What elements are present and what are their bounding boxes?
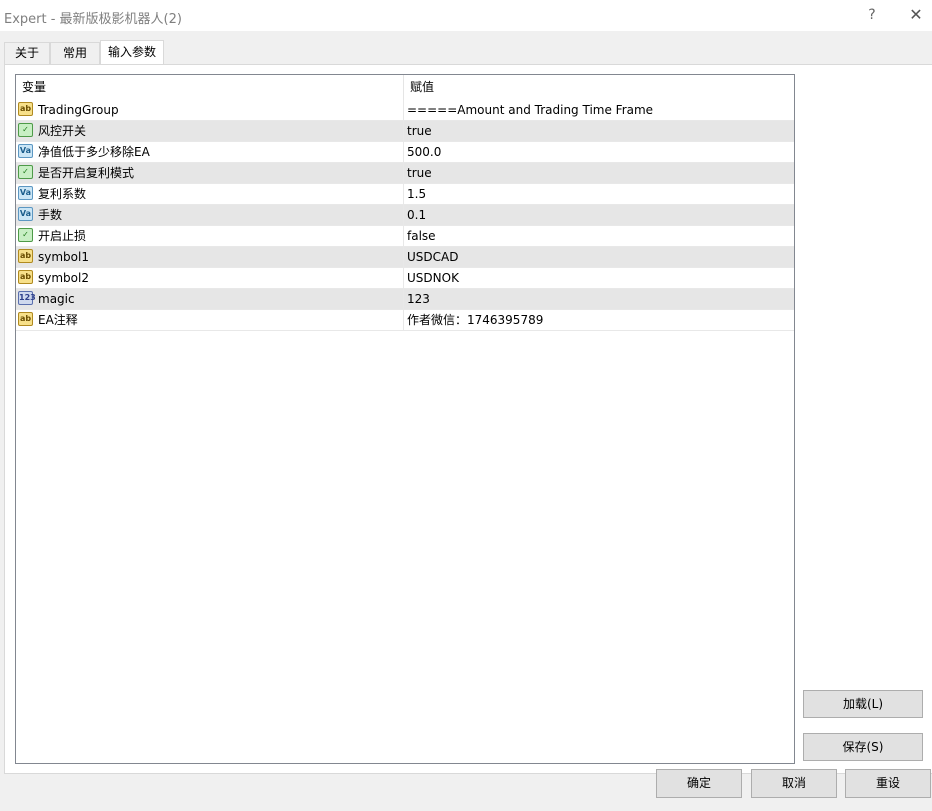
table-row[interactable]: ab TradingGroup =====Amount and Trading Ti… — [16, 100, 794, 121]
column-header-value[interactable]: 赋值 — [404, 75, 794, 100]
tab-about[interactable]: 关于 — [4, 42, 50, 64]
grid-header: 变量 赋值 — [16, 75, 794, 100]
table-row[interactable]: Va 净值低于多少移除EA 500.0 — [16, 142, 794, 163]
double-type-icon: Va — [18, 186, 33, 200]
tab-common[interactable]: 常用 — [50, 42, 100, 64]
string-type-icon: ab — [18, 312, 33, 326]
window-title: Expert - 最新版极影机器人(2) — [4, 12, 182, 27]
string-type-icon: ab — [18, 249, 33, 263]
parameter-name-cell: ab symbol1 — [16, 247, 404, 267]
reset-button[interactable]: 重设 — [845, 769, 931, 798]
parameter-name-cell: Va 净值低于多少移除EA — [16, 142, 404, 162]
parameter-name: 风控开关 — [38, 124, 87, 138]
parameter-value[interactable]: true — [404, 121, 797, 141]
parameter-name-cell: ✓ 开启止损 — [16, 226, 404, 246]
table-row[interactable]: ✓ 是否开启复利模式 true — [16, 163, 794, 184]
table-row[interactable]: ✓ 风控开关 true — [16, 121, 794, 142]
parameter-value[interactable]: =====Amount and Trading Time Frame — [404, 100, 797, 120]
save-button[interactable]: 保存(S) — [803, 733, 923, 761]
parameter-name: 复利系数 — [38, 187, 87, 201]
table-row[interactable]: ✓ 开启止损 false — [16, 226, 794, 247]
parameter-name-cell: ab TradingGroup — [16, 100, 404, 120]
integer-type-icon: 123 — [18, 291, 36, 305]
parameter-value[interactable]: false — [404, 226, 797, 246]
parameter-name-cell: ✓ 风控开关 — [16, 121, 404, 141]
parameter-name-cell: ✓ 是否开启复利模式 — [16, 163, 404, 183]
parameter-value[interactable]: 作者微信：1746395789 — [404, 310, 797, 330]
tab-strip: 关于 常用 输入参数 — [0, 31, 932, 65]
column-header-variable[interactable]: 变量 — [16, 75, 404, 100]
table-row[interactable]: ab symbol2 USDNOK — [16, 268, 794, 289]
close-button[interactable]: ✕ — [902, 3, 930, 27]
ok-button[interactable]: 确定 — [656, 769, 742, 798]
parameter-value[interactable]: USDNOK — [404, 268, 797, 288]
double-type-icon: Va — [18, 207, 33, 221]
table-row[interactable]: 123 magic 123 — [16, 289, 794, 310]
string-type-icon: ab — [18, 270, 33, 284]
parameter-name-cell: 123 magic — [16, 289, 404, 309]
parameter-name: EA注释 — [38, 313, 78, 327]
cancel-button[interactable]: 取消 — [751, 769, 837, 798]
title-bar: Expert - 最新版极影机器人(2) ? ✕ — [0, 0, 932, 31]
parameter-name: magic — [38, 292, 75, 306]
boolean-type-icon: ✓ — [18, 165, 33, 179]
parameter-value[interactable]: 500.0 — [404, 142, 797, 162]
parameters-grid: 变量 赋值 ab TradingGroup =====Amount and Trad… — [15, 74, 795, 764]
table-row[interactable]: Va 复利系数 1.5 — [16, 184, 794, 205]
parameter-name-cell: ab EA注释 — [16, 310, 404, 330]
parameter-name: symbol2 — [38, 271, 89, 285]
parameter-name: 手数 — [38, 208, 63, 222]
parameter-name-cell: Va 手数 — [16, 205, 404, 225]
parameter-name-cell: ab symbol2 — [16, 268, 404, 288]
string-type-icon: ab — [18, 102, 33, 116]
parameter-value[interactable]: 1.5 — [404, 184, 797, 204]
parameter-value[interactable]: true — [404, 163, 797, 183]
help-button[interactable]: ? — [858, 3, 886, 27]
parameter-name: 是否开启复利模式 — [38, 166, 135, 180]
parameter-value[interactable]: 0.1 — [404, 205, 797, 225]
double-type-icon: Va — [18, 144, 33, 158]
load-button[interactable]: 加载(L) — [803, 690, 923, 718]
boolean-type-icon: ✓ — [18, 123, 33, 137]
parameter-name: 净值低于多少移除EA — [38, 145, 150, 159]
parameter-value[interactable]: USDCAD — [404, 247, 797, 267]
tab-inputs[interactable]: 输入参数 — [100, 40, 164, 65]
table-row[interactable]: ab symbol1 USDCAD — [16, 247, 794, 268]
boolean-type-icon: ✓ — [18, 228, 33, 242]
parameter-name: TradingGroup — [38, 103, 119, 117]
table-row[interactable]: ab EA注释 作者微信：1746395789 — [16, 310, 794, 331]
parameter-name-cell: Va 复利系数 — [16, 184, 404, 204]
parameter-value[interactable]: 123 — [404, 289, 797, 309]
parameter-name: symbol1 — [38, 250, 89, 264]
table-row[interactable]: Va 手数 0.1 — [16, 205, 794, 226]
parameter-name: 开启止损 — [38, 229, 87, 243]
